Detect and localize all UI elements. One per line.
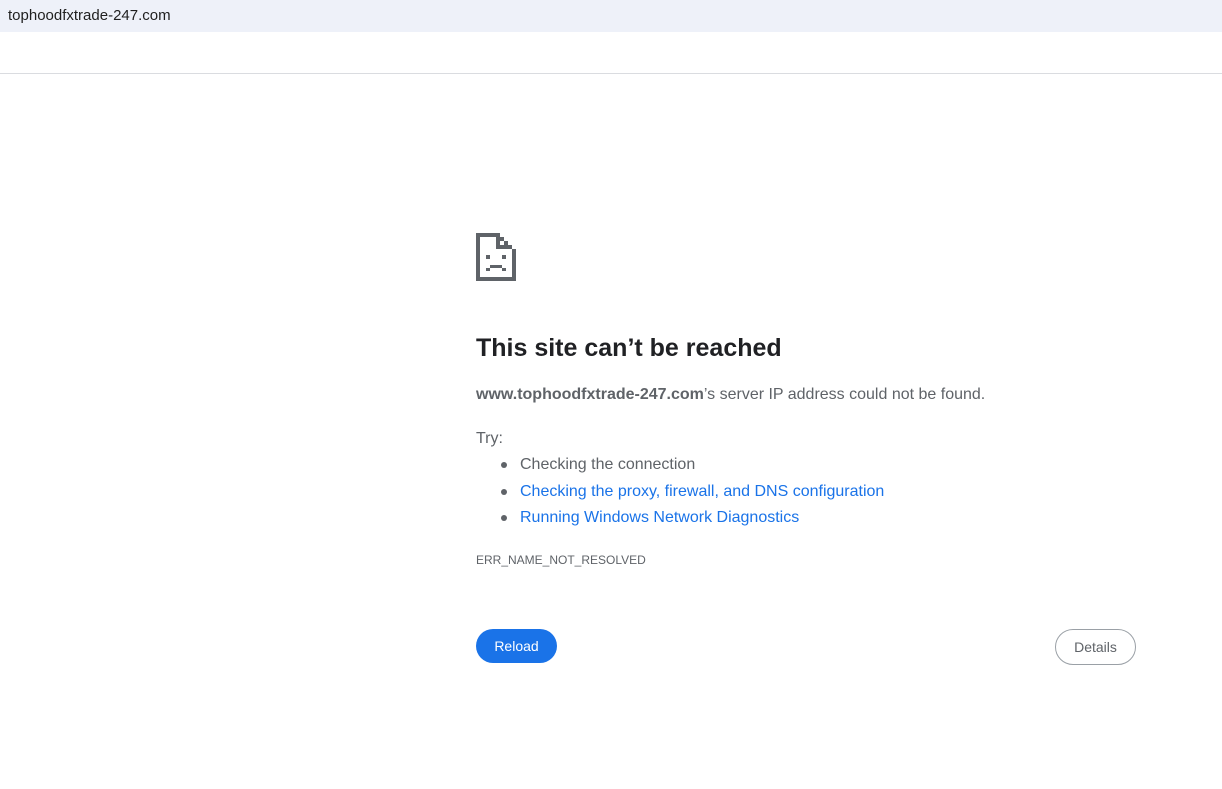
- suggestion-check-connection: Checking the connection: [520, 456, 696, 473]
- error-code: ERR_NAME_NOT_RESOLVED: [476, 553, 646, 567]
- suggestion-proxy-firewall-dns-link[interactable]: Checking the proxy, firewall, and DNS co…: [520, 483, 884, 500]
- error-summary-text: ’s server IP address could not be found.: [703, 386, 986, 403]
- suggestion-network-diagnostics-link[interactable]: Running Windows Network Diagnostics: [520, 509, 799, 526]
- sad-document-icon: [476, 233, 516, 281]
- error-title: This site can’t be reached: [476, 334, 782, 362]
- suggestion-item: Running Windows Network Diagnostics: [476, 507, 884, 534]
- address-bar-url[interactable]: tophoodfxtrade-247.com: [8, 7, 171, 24]
- bullet-icon: [501, 488, 507, 495]
- try-label: Try:: [476, 430, 503, 447]
- reload-button[interactable]: Reload: [476, 629, 557, 663]
- suggestion-list: Checking the connection Checking the pro…: [476, 454, 884, 534]
- error-host: www.tophoodfxtrade-247.com: [476, 386, 704, 403]
- suggestion-item: Checking the proxy, firewall, and DNS co…: [476, 481, 884, 508]
- suggestion-item: Checking the connection: [476, 454, 884, 481]
- toolbar-strip: [0, 32, 1222, 74]
- bullet-icon: [501, 515, 507, 521]
- details-button[interactable]: Details: [1055, 629, 1136, 665]
- error-summary: www.tophoodfxtrade-247.com’s server IP a…: [476, 386, 985, 404]
- bullet-icon: [501, 462, 507, 468]
- address-bar[interactable]: tophoodfxtrade-247.com: [0, 0, 1222, 32]
